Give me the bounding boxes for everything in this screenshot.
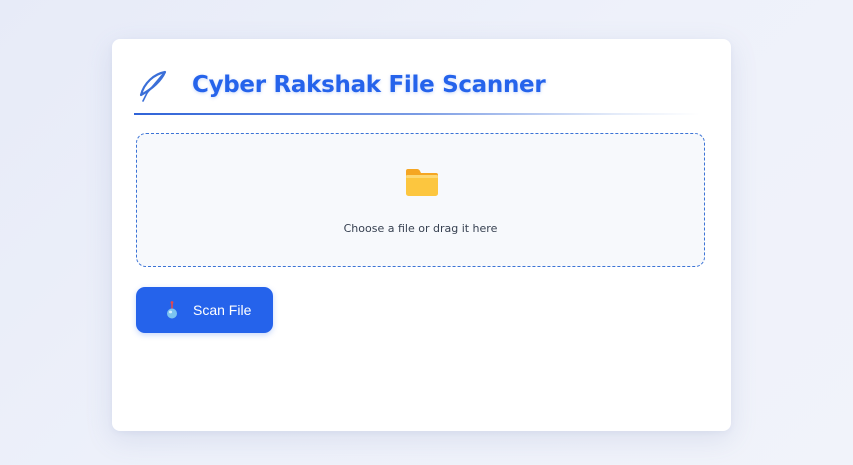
feather-quill-icon <box>139 70 167 102</box>
page-title: Cyber Rakshak File Scanner <box>192 72 546 98</box>
dropzone-label: Choose a file or drag it here <box>343 222 498 235</box>
scan-button-label: Scan File <box>193 302 252 318</box>
radar-sensor-icon <box>167 301 177 319</box>
header-divider <box>134 113 700 115</box>
app-header: Cyber Rakshak File Scanner <box>134 65 546 105</box>
scan-file-button[interactable]: Scan File <box>136 287 273 333</box>
file-dropzone[interactable]: Choose a file or drag it here <box>136 133 705 267</box>
scanner-card: Cyber Rakshak File Scanner Choose a file… <box>112 39 731 431</box>
folder-icon <box>406 169 438 196</box>
